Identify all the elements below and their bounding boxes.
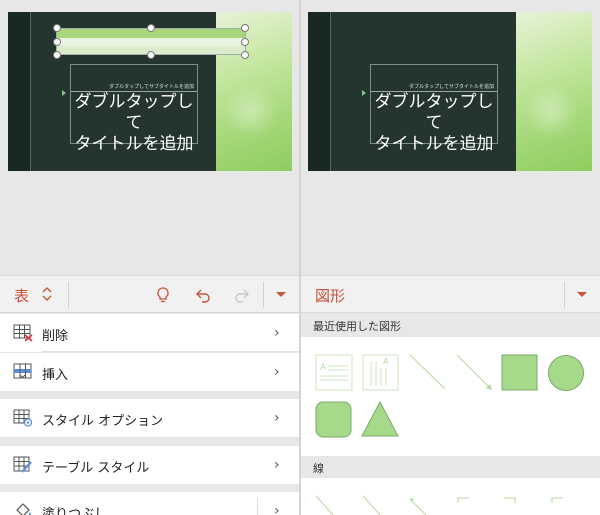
elbow-arrow-connector-shape[interactable] — [504, 497, 516, 503]
subtitle-placeholder[interactable]: ダブルタップしてサブタイトルを追加 — [409, 83, 494, 90]
menu-item-table-style[interactable]: テーブル スタイル › — [0, 446, 299, 484]
title-placeholder[interactable]: ダブルタップしてサブタイトルを追加 ダブルタップして タイトルを追加 — [62, 64, 198, 154]
toolbar-tab-label[interactable]: 図形 — [315, 285, 345, 306]
menu-item-label: スタイル オプション — [42, 414, 164, 429]
chevron-right-icon: › — [274, 457, 280, 473]
subtitle-placeholder[interactable]: ダブルタップしてサブタイトルを追加 — [109, 83, 194, 90]
menu-item-label: 塗りつぶし — [42, 507, 108, 515]
chevron-right-icon: › — [274, 325, 280, 341]
resize-handle-bottom-right[interactable] — [241, 51, 249, 59]
menu-item-delete[interactable]: 削除 › — [0, 314, 299, 352]
table-panel-pane: ダブルタップしてサブタイトルを追加 ダブルタップして タイトルを追加 表 削除 … — [0, 0, 299, 515]
slide-dark-band — [308, 12, 330, 171]
title-placeholder[interactable]: ダブルタップしてサブタイトルを追加 ダブルタップして タイトルを追加 — [362, 64, 498, 154]
lightbulb-icon[interactable] — [153, 285, 173, 305]
collapse-ribbon-icon[interactable] — [577, 292, 587, 297]
vertical-text-box-shape[interactable]: A — [362, 354, 399, 391]
lines-gallery — [301, 478, 600, 515]
shapes-gallery-svg: A A — [315, 354, 584, 438]
shapes-toolbar: 図形 — [301, 275, 600, 313]
selected-table[interactable] — [53, 24, 249, 59]
slide-green-accent — [516, 12, 592, 171]
table-style-options-icon — [13, 409, 33, 427]
text-box-shape[interactable]: A — [315, 354, 353, 391]
arrow-line-shape[interactable] — [362, 495, 381, 515]
chevron-right-icon: › — [274, 364, 280, 380]
row-divider — [42, 351, 299, 352]
resize-handle-top[interactable] — [147, 24, 155, 32]
paint-bucket-icon — [16, 503, 31, 515]
shapes-panel-pane: ダブルタップしてサブタイトルを追加 ダブルタップして タイトルを追加 図形 最近… — [301, 0, 600, 515]
oval-shape[interactable] — [548, 355, 584, 391]
table-toolbar: 表 — [0, 275, 299, 313]
toolbar-separator — [68, 282, 69, 308]
placeholder-marker-icon — [62, 90, 66, 96]
resize-handle-left[interactable] — [53, 38, 61, 46]
rectangle-shape[interactable] — [501, 354, 538, 391]
slide-band-line — [330, 12, 331, 171]
svg-text:A: A — [383, 357, 389, 366]
elbow-double-arrow-connector-shape[interactable] — [551, 497, 563, 503]
toolbar-tab-label[interactable]: 表 — [14, 285, 29, 306]
resize-handle-bottom-left[interactable] — [53, 51, 61, 59]
slide-preview[interactable]: ダブルタップしてサブタイトルを追加 ダブルタップして タイトルを追加 — [308, 12, 592, 171]
menu-item-insert[interactable]: 挿入 › — [0, 353, 299, 391]
chevron-up-down-icon[interactable] — [40, 284, 54, 304]
line-shape[interactable] — [315, 495, 334, 515]
toolbar-separator — [564, 282, 565, 308]
undo-icon[interactable] — [193, 285, 213, 305]
svg-text:A: A — [320, 363, 327, 373]
recent-shapes-header: 最近使用した図形 — [301, 314, 600, 336]
toolbar-separator — [263, 282, 264, 308]
menu-item-style-options[interactable]: スタイル オプション › — [0, 399, 299, 437]
menu-item-label: 挿入 — [42, 368, 69, 383]
double-arrow-line-shape[interactable] — [410, 498, 427, 515]
arrow-shape[interactable] — [456, 354, 492, 390]
lines-gallery-svg — [315, 495, 563, 515]
title-text[interactable]: ダブルタップして タイトルを追加 — [371, 92, 497, 155]
resize-handle-top-left[interactable] — [53, 24, 61, 32]
redo-icon[interactable] — [232, 285, 252, 305]
resize-handle-bottom[interactable] — [147, 51, 155, 59]
title-text[interactable]: ダブルタップして タイトルを追加 — [71, 92, 197, 155]
table-delete-icon — [13, 324, 33, 342]
rounded-rectangle-shape[interactable] — [315, 401, 352, 438]
slide-dark-band — [8, 12, 30, 171]
line-shape[interactable] — [409, 354, 446, 390]
lines-header: 線 — [301, 456, 600, 478]
placeholder-marker-icon — [362, 90, 366, 96]
resize-handle-top-right[interactable] — [241, 24, 249, 32]
menu-item-fill[interactable]: 塗りつぶし › — [0, 492, 299, 515]
menu-item-label: テーブル スタイル — [42, 461, 150, 476]
elbow-connector-shape[interactable] — [457, 497, 469, 503]
table-insert-icon — [13, 363, 32, 379]
recent-shapes-gallery: A A — [301, 337, 600, 457]
chevron-right-icon: › — [274, 503, 280, 515]
slide-preview[interactable]: ダブルタップしてサブタイトルを追加 ダブルタップして タイトルを追加 — [8, 12, 292, 171]
row-separator — [257, 498, 258, 515]
triangle-shape[interactable] — [361, 400, 399, 437]
menu-item-label: 削除 — [42, 329, 69, 344]
chevron-right-icon: › — [274, 410, 280, 426]
slide-band-line — [30, 12, 31, 171]
collapse-ribbon-icon[interactable] — [276, 292, 286, 297]
resize-handle-right[interactable] — [241, 38, 249, 46]
table-style-icon — [13, 456, 32, 473]
